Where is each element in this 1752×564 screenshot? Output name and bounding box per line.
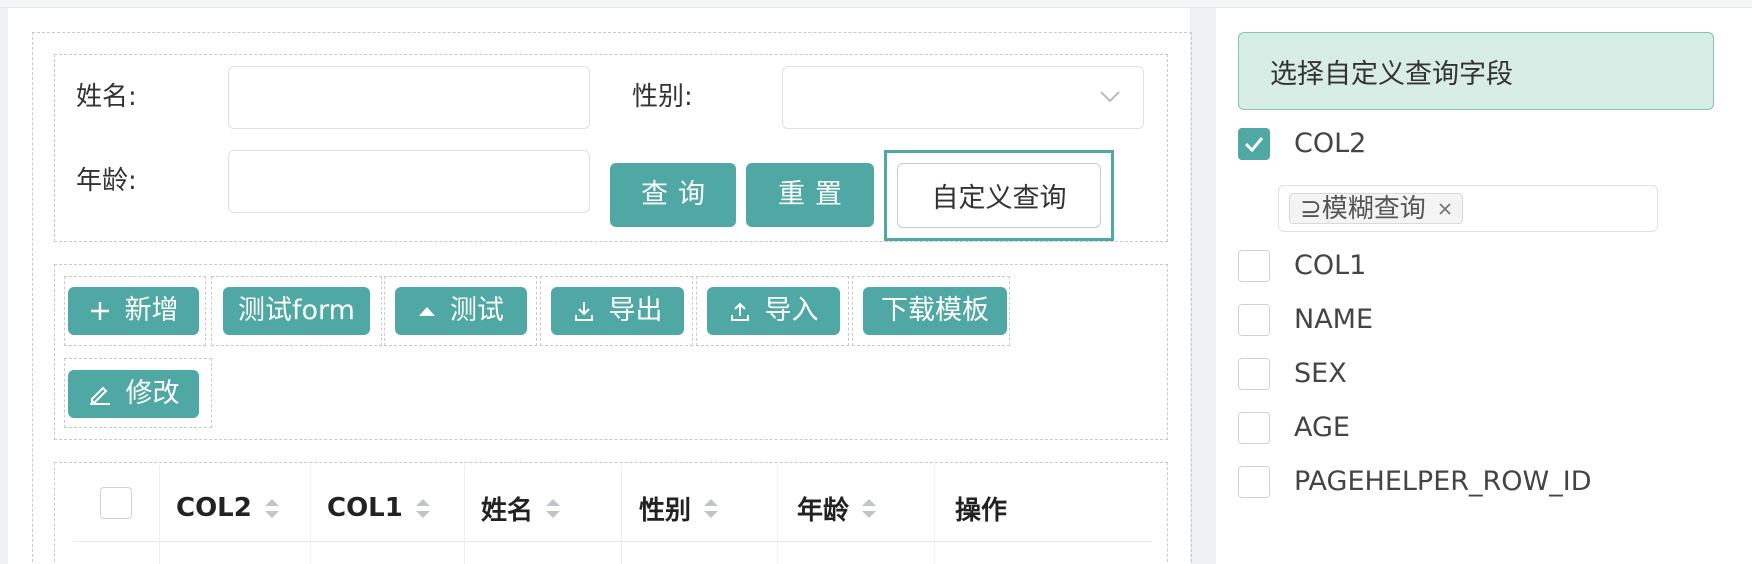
column-header-col1[interactable]: COL1: [327, 478, 431, 538]
column-label: 性别: [639, 495, 692, 526]
col-divider: [621, 465, 622, 564]
test-button[interactable]: 测试: [395, 287, 527, 335]
field-label-col1[interactable]: COL1: [1294, 250, 1366, 282]
age-input[interactable]: [228, 150, 590, 213]
field-checkbox-pagehelper-row-id[interactable]: [1238, 466, 1270, 498]
reset-button-label: 重置: [778, 179, 852, 210]
download-template-button[interactable]: 下载模板: [863, 287, 1007, 335]
column-header-col2[interactable]: COL2: [176, 478, 280, 538]
custom-fields-header: 选择自定义查询字段: [1238, 32, 1714, 110]
field-label-age[interactable]: AGE: [1294, 412, 1350, 444]
column-header-actions: 操作: [955, 478, 1007, 538]
sort-icon[interactable]: [861, 498, 877, 519]
col-divider: [310, 465, 311, 564]
download-icon: [573, 300, 595, 322]
col-divider: [934, 465, 935, 564]
query-button-label: 查询: [641, 179, 715, 210]
field-label-pagehelper-row-id[interactable]: PAGEHELPER_ROW_ID: [1294, 466, 1592, 498]
query-mode-tag-label: ⊇模糊查询: [1300, 193, 1426, 224]
age-label: 年龄:: [76, 166, 137, 196]
column-label: 年龄: [797, 495, 850, 526]
column-header-age[interactable]: 年龄: [797, 478, 877, 538]
caret-up-icon: [418, 305, 436, 317]
edit-button-label: 修改: [125, 378, 180, 409]
field-checkbox-name[interactable]: [1238, 304, 1270, 336]
name-input[interactable]: [228, 66, 590, 129]
gender-label: 性别:: [632, 82, 693, 112]
field-checkbox-col2[interactable]: [1238, 128, 1270, 160]
upload-icon: [729, 300, 751, 322]
col-divider: [777, 465, 778, 564]
close-icon[interactable]: [1438, 202, 1452, 216]
name-label: 姓名:: [76, 82, 137, 112]
custom-query-button[interactable]: 自定义查询: [897, 163, 1101, 228]
column-label: COL2: [176, 493, 252, 523]
column-label: 操作: [955, 495, 1008, 526]
column-label: 姓名: [481, 495, 534, 526]
sort-icon[interactable]: [415, 498, 431, 519]
import-button-label: 导入: [764, 295, 819, 326]
reset-button[interactable]: 重置: [746, 163, 874, 227]
sort-icon[interactable]: [264, 498, 280, 519]
field-label-name[interactable]: NAME: [1294, 304, 1373, 336]
col-divider: [464, 465, 465, 564]
test-form-button[interactable]: 测试form: [223, 287, 370, 335]
gender-select[interactable]: [782, 66, 1144, 129]
test-button-label: 测试: [450, 295, 504, 326]
col2-query-mode-select[interactable]: ⊇模糊查询: [1278, 185, 1658, 232]
export-button-label: 导出: [608, 295, 663, 326]
add-button-label: 新增: [124, 295, 179, 326]
sort-icon[interactable]: [703, 498, 719, 519]
field-checkbox-age[interactable]: [1238, 412, 1270, 444]
query-mode-tag: ⊇模糊查询: [1289, 193, 1463, 224]
top-strip: [0, 0, 1752, 8]
check-icon: [1244, 137, 1264, 152]
download-template-button-label: 下载模板: [881, 295, 989, 326]
column-header-gender[interactable]: 性别: [639, 478, 719, 538]
custom-query-button-label: 自定义查询: [931, 183, 1067, 214]
column-label: COL1: [327, 493, 403, 523]
field-label-col2[interactable]: COL2: [1294, 128, 1366, 160]
col-divider: [159, 465, 160, 564]
export-button[interactable]: 导出: [551, 287, 684, 335]
custom-fields-title: 选择自定义查询字段: [1270, 58, 1513, 90]
field-checkbox-col1[interactable]: [1238, 250, 1270, 282]
column-header-name[interactable]: 姓名: [481, 478, 561, 538]
select-all-checkbox[interactable]: [100, 487, 132, 519]
add-button[interactable]: 新增: [68, 287, 199, 335]
edit-icon: [88, 383, 112, 405]
edit-button[interactable]: 修改: [68, 370, 199, 418]
field-checkbox-sex[interactable]: [1238, 358, 1270, 390]
field-label-sex[interactable]: SEX: [1294, 358, 1347, 390]
plus-icon: [89, 300, 111, 322]
chevron-down-icon: [1100, 91, 1120, 103]
test-form-button-label: 测试form: [238, 295, 355, 326]
import-button[interactable]: 导入: [707, 287, 840, 335]
sort-icon[interactable]: [545, 498, 561, 519]
query-button[interactable]: 查询: [610, 163, 736, 227]
